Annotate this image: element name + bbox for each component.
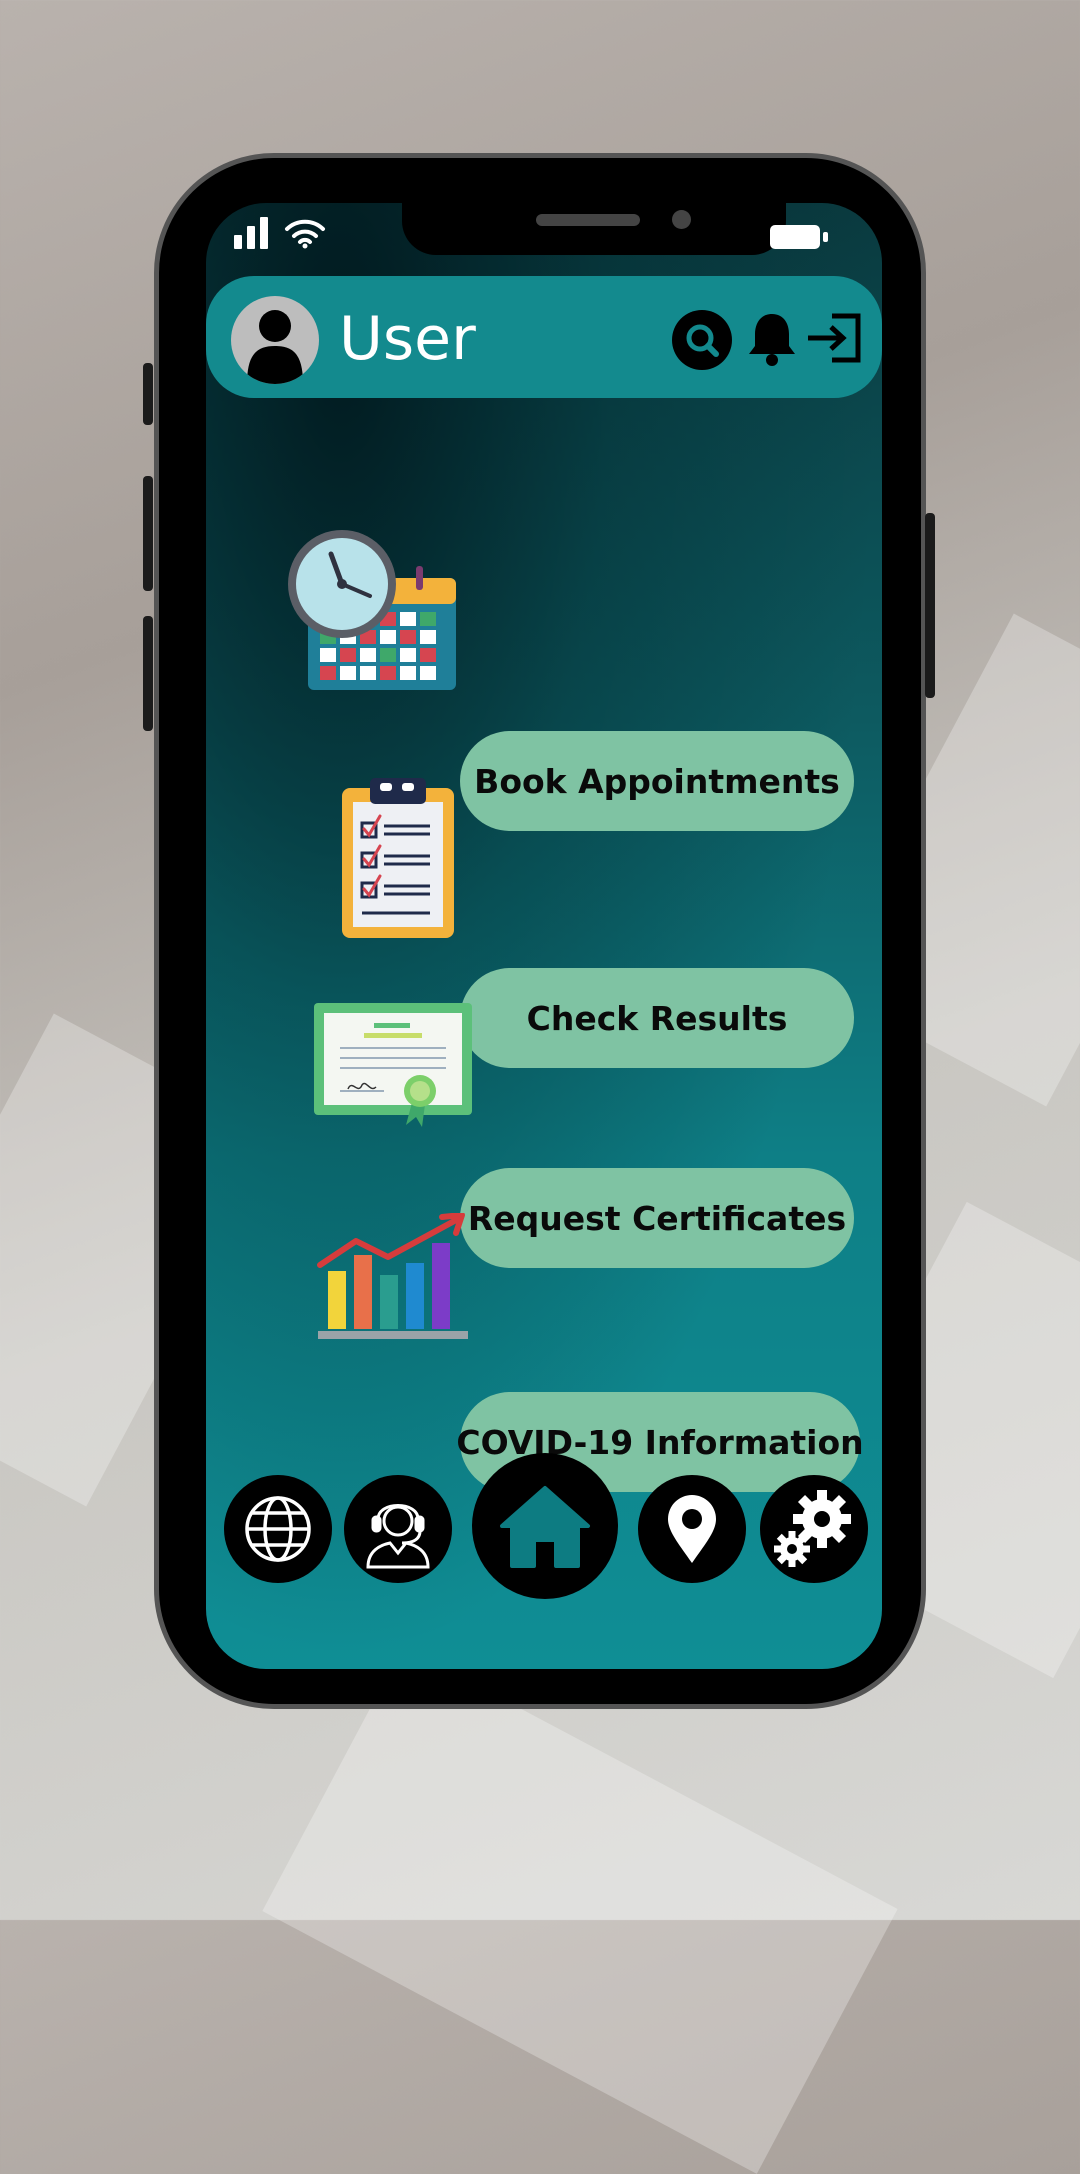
side-button — [143, 476, 153, 591]
battery-icon — [770, 225, 828, 249]
calendar-clock-icon — [288, 530, 456, 690]
nav-location-button[interactable] — [638, 1475, 746, 1583]
nav-support-button[interactable] — [344, 1475, 452, 1583]
notch — [402, 203, 786, 255]
search-icon[interactable] — [672, 310, 732, 370]
support-agent-icon — [366, 1504, 430, 1569]
certificate-icon — [314, 1003, 472, 1127]
location-pin-icon — [668, 1495, 716, 1563]
request-certificates-button[interactable]: Request Certificates — [460, 1168, 854, 1268]
front-camera — [672, 210, 691, 229]
background-light-streak — [262, 1646, 898, 2174]
nav-home-button[interactable] — [472, 1453, 618, 1599]
logout-icon[interactable] — [806, 312, 862, 364]
phone-screen: User Book Appointments Check Results Req… — [206, 203, 882, 1669]
phone-frame: User Book Appointments Check Results Req… — [143, 153, 935, 1709]
home-icon — [500, 1486, 590, 1568]
app-header: User — [206, 276, 882, 398]
wifi-icon — [285, 219, 325, 249]
globe-icon — [245, 1496, 311, 1562]
bell-icon[interactable] — [746, 310, 798, 368]
clipboard-checklist-icon — [342, 778, 454, 938]
speaker — [536, 214, 640, 226]
side-button — [143, 616, 153, 731]
bar-chart-icon — [317, 1213, 468, 1339]
status-bar-left — [234, 217, 326, 249]
settings-gears-icon — [774, 1490, 851, 1567]
book-appointments-button[interactable]: Book Appointments — [460, 731, 854, 831]
nav-settings-button[interactable] — [760, 1475, 868, 1583]
side-button — [925, 513, 935, 698]
check-results-button[interactable]: Check Results — [460, 968, 854, 1068]
nav-globe-button[interactable] — [224, 1475, 332, 1583]
signal-icon — [234, 217, 268, 249]
avatar-icon[interactable] — [231, 296, 319, 384]
side-button — [143, 363, 153, 425]
user-name: User — [339, 304, 476, 374]
